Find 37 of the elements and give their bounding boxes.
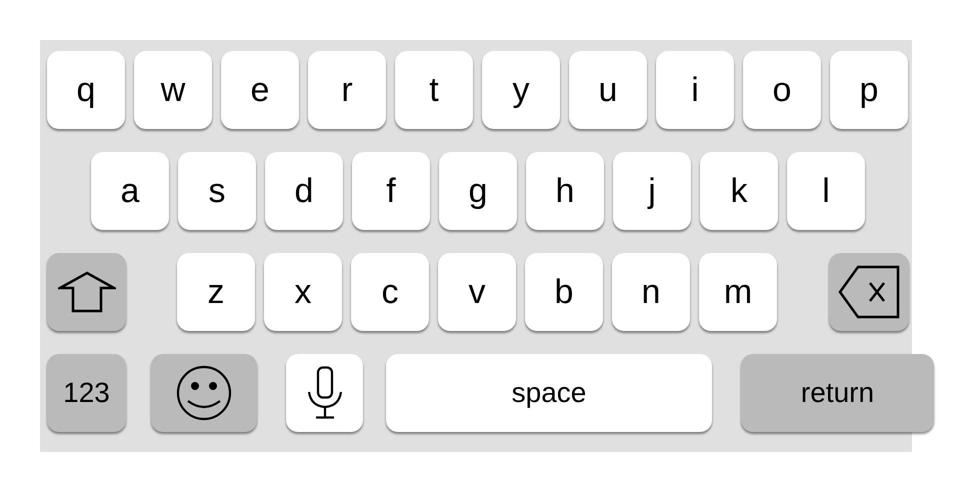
- letter-key[interactable]: p: [830, 51, 908, 129]
- letter-key[interactable]: z: [177, 253, 255, 331]
- letter-key[interactable]: r: [308, 51, 386, 129]
- letter-key[interactable]: a: [91, 152, 169, 230]
- delete-icon: [838, 265, 900, 319]
- letter-key[interactable]: e: [221, 51, 299, 129]
- delete-key[interactable]: [829, 253, 909, 331]
- letter-key[interactable]: o: [743, 51, 821, 129]
- letter-key[interactable]: x: [264, 253, 342, 331]
- return-key[interactable]: return: [741, 354, 934, 432]
- smiley-icon: [176, 365, 232, 421]
- letter-key[interactable]: l: [787, 152, 865, 230]
- dictation-key[interactable]: [286, 354, 363, 432]
- letter-key[interactable]: h: [526, 152, 604, 230]
- letter-key[interactable]: u: [569, 51, 647, 129]
- letter-key[interactable]: w: [134, 51, 212, 129]
- letter-key[interactable]: c: [351, 253, 429, 331]
- letter-key[interactable]: y: [482, 51, 560, 129]
- letter-key[interactable]: k: [700, 152, 778, 230]
- microphone-icon: [306, 366, 342, 420]
- letter-key[interactable]: n: [612, 253, 690, 331]
- numbers-key[interactable]: 123: [47, 354, 126, 432]
- letter-key[interactable]: s: [178, 152, 256, 230]
- letter-key[interactable]: t: [395, 51, 473, 129]
- letter-key[interactable]: f: [352, 152, 430, 230]
- letter-key[interactable]: j: [613, 152, 691, 230]
- shift-key[interactable]: [47, 253, 126, 331]
- emoji-key[interactable]: [151, 354, 257, 432]
- space-key[interactable]: space: [386, 354, 712, 432]
- shift-icon: [58, 271, 116, 313]
- letter-key[interactable]: g: [439, 152, 517, 230]
- letter-key[interactable]: q: [47, 51, 125, 129]
- letter-key[interactable]: m: [699, 253, 777, 331]
- letter-key[interactable]: i: [656, 51, 734, 129]
- letter-key[interactable]: v: [438, 253, 516, 331]
- letter-key[interactable]: d: [265, 152, 343, 230]
- letter-key[interactable]: b: [525, 253, 603, 331]
